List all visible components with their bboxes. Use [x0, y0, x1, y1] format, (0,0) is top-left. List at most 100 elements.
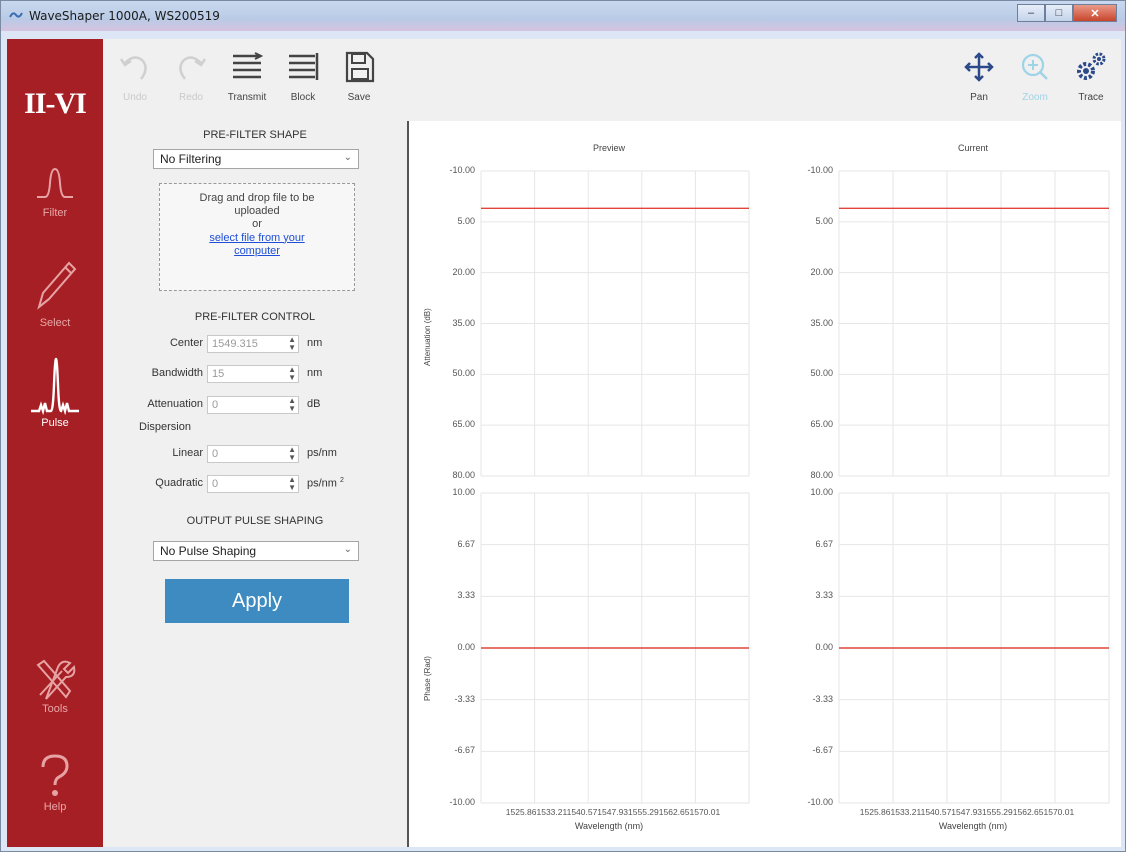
tools-icon [36, 659, 76, 700]
redo-label: Redo [179, 92, 203, 103]
quadratic-input[interactable]: 0 ▲ ▼ [207, 475, 299, 493]
center-input[interactable]: 1549.315 ▲ ▼ [207, 335, 299, 353]
current-x-label: Wavelength (nm) [938, 821, 1008, 831]
output-pulse-select[interactable]: No Pulse Shaping ⌄ [153, 541, 359, 561]
linear-label: Linear [172, 447, 203, 459]
close-button[interactable]: ✕ [1073, 4, 1117, 22]
current-attenuation-y-tick: 35.00 [810, 317, 833, 328]
pan-label: Pan [970, 92, 988, 103]
preview-phase-y-tick: 10.00 [452, 487, 475, 497]
prefilter-shape-title: PRE-FILTER SHAPE [203, 129, 307, 141]
sidebar-item-label: Filter [42, 207, 68, 219]
sidebar-item-help[interactable]: Help [7, 753, 103, 813]
undo-icon [119, 56, 147, 80]
current-attenuation-y-tick: 80.00 [810, 470, 833, 480]
preview-attenuation-y-tick: 50.00 [452, 368, 475, 379]
current-attenuation-y-tick: 50.00 [810, 368, 833, 379]
drop-text: uploaded [234, 205, 280, 218]
current-phase-y-tick: 10.00 [810, 487, 833, 497]
control-panel: PRE-FILTER SHAPE No Filtering ⌄ Drag and… [103, 121, 407, 847]
linear-unit: ps/nm [307, 447, 337, 459]
pencil-icon [37, 261, 77, 310]
prefilter-shape-value: No Filtering [160, 152, 222, 166]
preview-attenuation-y-tick: 35.00 [452, 317, 475, 328]
prefilter-control-title: PRE-FILTER CONTROL [194, 311, 316, 323]
quadratic-unit-text: ps/nm [307, 477, 337, 490]
sidebar-item-label: Select [39, 317, 71, 329]
redo-icon [179, 56, 207, 80]
redo-button[interactable]: Redo [163, 51, 219, 103]
save-label: Save [347, 92, 371, 103]
prefilter-shape-select[interactable]: No Filtering ⌄ [153, 149, 359, 169]
apply-button[interactable]: Apply [165, 579, 349, 623]
current-phase-y-tick: -6.67 [812, 745, 833, 756]
pulse-icon [31, 357, 79, 415]
current-phase-y-tick: 6.67 [815, 538, 833, 549]
quadratic-label: Quadratic [155, 477, 203, 489]
zoom-label: Zoom [1022, 92, 1048, 103]
preview-phase-y-tick: 0.00 [457, 642, 475, 652]
transmit-icon [233, 52, 264, 79]
output-pulse-value: No Pulse Shaping [160, 544, 257, 558]
title-bar: WaveShaper 1000A, WS200519 – □ ✕ [1, 1, 1125, 31]
current-x-ticks: 1525.861533.211540.571547.931555.291562.… [859, 807, 1075, 817]
file-drop-zone[interactable]: Drag and drop file to be uploaded or sel… [159, 183, 355, 291]
select-file-link[interactable]: select file from your [160, 232, 354, 245]
sidebar-item-select[interactable]: Select [7, 255, 103, 329]
trace-label: Trace [1078, 92, 1104, 103]
center-label: Center [169, 337, 203, 349]
attenuation-unit: dB [307, 398, 321, 410]
transmit-button[interactable]: Transmit [219, 51, 275, 103]
window-title: WaveShaper 1000A, WS200519 [29, 9, 220, 23]
maximize-button[interactable]: □ [1045, 4, 1073, 22]
save-button[interactable]: Save [331, 51, 387, 103]
attenuation-input[interactable]: 0 ▲ ▼ [207, 396, 299, 414]
spin-arrows-icon[interactable]: ▲ ▼ [288, 446, 296, 462]
bandwidth-input[interactable]: 15 ▲ ▼ [207, 365, 299, 383]
quadratic-value: 0 [212, 478, 219, 490]
pan-icon [964, 52, 994, 82]
preview-attenuation-y-tick: 65.00 [452, 419, 475, 430]
sidebar-item-label: Help [43, 801, 67, 813]
main-content: Undo Redo Transmit Block Save Pan Zoom T… [103, 39, 1121, 847]
sidebar-item-tools[interactable]: Tools [7, 657, 103, 715]
zoom-button[interactable]: Zoom [1007, 51, 1063, 103]
current-phase-y-tick: -10.00 [807, 797, 833, 807]
current-phase-y-tick: 3.33 [815, 590, 833, 601]
plots-area: Preview Current Attenuation (dB) Phase (… [409, 121, 1121, 847]
phase-axis-label: Phase (Rad) [423, 656, 432, 701]
gears-icon [1077, 52, 1106, 80]
preview-x-label: Wavelength (nm) [574, 821, 644, 831]
plots-svg [480, 170, 1110, 804]
attenuation-value: 0 [212, 399, 219, 411]
block-button[interactable]: Block [275, 51, 331, 103]
preview-attenuation-y-tick: 20.00 [452, 266, 475, 277]
spin-arrows-icon[interactable]: ▲ ▼ [288, 366, 296, 382]
drop-text: Drag and drop file to be [199, 192, 315, 204]
sidebar-item-label: Pulse [41, 417, 69, 429]
attenuation-label: Attenuation [147, 398, 203, 410]
block-icon [289, 53, 319, 80]
spin-arrows-icon[interactable]: ▲ ▼ [288, 397, 296, 413]
center-unit: nm [307, 337, 323, 349]
sidebar-item-filter[interactable]: Filter [7, 163, 103, 219]
linear-input[interactable]: 0 ▲ ▼ [207, 445, 299, 463]
transmit-label: Transmit [227, 92, 267, 103]
toolbar: Undo Redo Transmit Block Save Pan Zoom T… [103, 39, 1121, 121]
quadratic-unit: ps/nm 2 [307, 477, 344, 490]
help-icon [41, 754, 69, 796]
minimize-button[interactable]: – [1017, 4, 1045, 22]
trace-button[interactable]: Trace [1063, 51, 1119, 103]
preview-attenuation-y-tick: 5.00 [457, 215, 475, 226]
logo: II-VI [24, 87, 87, 120]
save-icon [345, 51, 375, 83]
spin-arrows-icon[interactable]: ▲ ▼ [288, 336, 296, 352]
current-title: Current [957, 143, 988, 153]
spin-arrows-icon[interactable]: ▲ ▼ [288, 476, 296, 492]
sidebar-item-pulse[interactable]: Pulse [7, 355, 103, 429]
pan-button[interactable]: Pan [951, 51, 1007, 103]
undo-button[interactable]: Undo [107, 51, 163, 103]
output-pulse-title: OUTPUT PULSE SHAPING [186, 515, 324, 527]
attenuation-axis-label: Attenuation (dB) [423, 308, 432, 366]
select-file-link[interactable]: computer [160, 245, 354, 258]
